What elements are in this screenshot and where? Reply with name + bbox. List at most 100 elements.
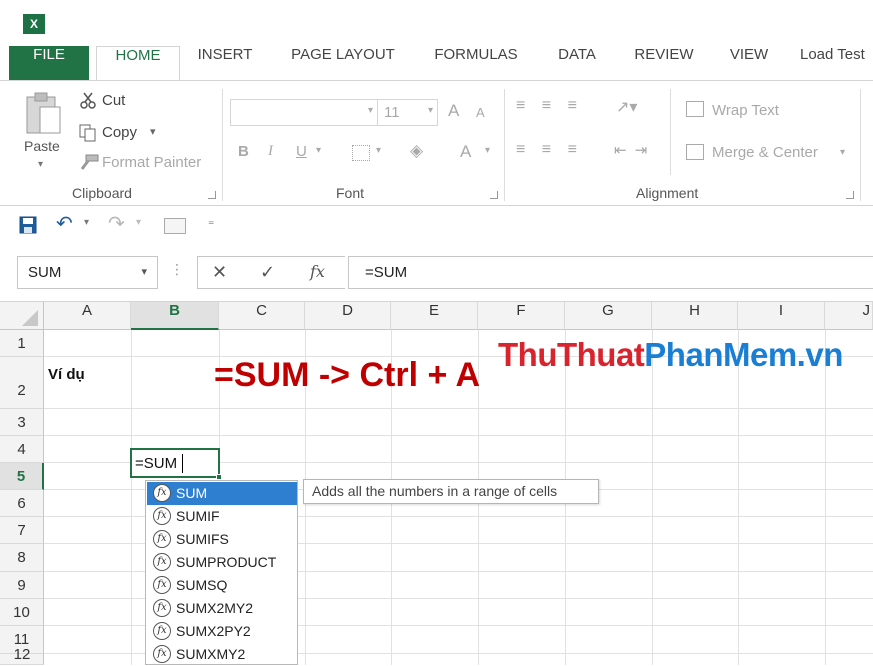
row-header-5[interactable]: 5 [0, 463, 44, 490]
tab-file[interactable]: FILE [9, 46, 89, 80]
excel-app-icon[interactable]: X [23, 14, 45, 34]
copy-icon [79, 124, 96, 142]
tab-formulas[interactable]: FORMULAS [426, 46, 526, 80]
borders-icon[interactable] [352, 145, 370, 161]
copy-button[interactable]: Copy [102, 124, 137, 141]
group-separator [222, 89, 223, 201]
row-header-12-label: 12 [13, 646, 31, 663]
name-box[interactable]: SUM ▾ [17, 256, 158, 289]
alignment-launcher-icon[interactable] [846, 191, 854, 199]
fill-color-icon[interactable]: ◈ [410, 141, 423, 161]
tab-insert[interactable]: INSERT [190, 46, 260, 80]
chevron-down-icon: ▾ [427, 105, 433, 116]
autocomplete-item-sumif[interactable]: fx SUMIF [147, 505, 297, 528]
shrink-font-button[interactable]: A [476, 105, 485, 120]
row-header-2[interactable]: 2 [0, 357, 44, 409]
autocomplete-item-label: SUMIFS [176, 531, 229, 547]
function-autocomplete-list: fx SUM fx SUMIF fx SUMIFS fx SUMPRODUCT fx SU… [145, 480, 298, 665]
merge-center-button[interactable]: Merge & Center [712, 144, 818, 161]
horizontal-align-icons[interactable]: ≡ ≡ ≡ [516, 141, 583, 159]
undo-dropdown-icon[interactable]: ▾ [84, 217, 89, 228]
enter-button[interactable]: ✓ [260, 262, 275, 283]
tab-page-layout[interactable]: PAGE LAYOUT [284, 46, 402, 80]
column-header-a[interactable]: A [44, 302, 131, 330]
bold-button[interactable]: B [238, 143, 249, 160]
row-header-9[interactable]: 9 [0, 572, 44, 599]
chevron-down-icon[interactable]: ▾ [141, 265, 147, 278]
select-all-corner[interactable] [0, 302, 44, 330]
save-icon[interactable] [19, 216, 37, 234]
tab-data[interactable]: DATA [550, 46, 604, 80]
form-icon[interactable] [164, 218, 186, 234]
wrap-text-button[interactable]: Wrap Text [712, 102, 779, 119]
paste-icon[interactable] [24, 91, 64, 137]
grow-font-button[interactable]: A [448, 101, 459, 121]
row-header-10[interactable]: 10 [0, 599, 44, 626]
row-header-1[interactable]: 1 [0, 330, 44, 357]
cut-button[interactable]: Cut [102, 92, 125, 109]
chevron-down-icon: ▾ [367, 105, 373, 116]
tab-review[interactable]: REVIEW [628, 46, 700, 80]
row-header-4[interactable]: 4 [0, 436, 44, 463]
column-header-g[interactable]: G [565, 302, 652, 330]
tab-load-test[interactable]: Load Test [800, 46, 873, 80]
font-color-button[interactable]: A [460, 142, 471, 162]
row-header-6[interactable]: 6 [0, 490, 44, 517]
row-header-8[interactable]: 8 [0, 544, 44, 572]
tab-view[interactable]: VIEW [722, 46, 776, 80]
format-painter-button[interactable]: Format Painter [102, 154, 201, 171]
tab-home[interactable]: HOME [96, 46, 180, 81]
column-header-c[interactable]: C [219, 302, 305, 330]
watermark-part-1: ThuThuat [498, 336, 645, 373]
formula-bar: SUM ▾ ⋮ ✕ ✓ fx =SUM [0, 244, 873, 302]
formula-input[interactable]: =SUM [348, 256, 873, 289]
chevron-down-icon[interactable]: ▾ [316, 145, 321, 156]
column-header-i[interactable]: I [738, 302, 825, 330]
autocomplete-item-sumxmy2[interactable]: fx SUMXMY2 [147, 643, 297, 666]
copy-dropdown-icon[interactable]: ▾ [150, 125, 156, 138]
paste-label[interactable]: Paste [24, 138, 60, 154]
vertical-dots-icon[interactable]: ⋮ [170, 262, 184, 278]
chevron-down-icon[interactable]: ▾ [840, 147, 845, 158]
column-header-d[interactable]: D [305, 302, 391, 330]
font-launcher-icon[interactable] [490, 191, 498, 199]
italic-button[interactable]: I [268, 143, 273, 160]
font-size-box[interactable]: 11 ▾ [378, 99, 438, 126]
function-icon: fx [153, 576, 171, 594]
underline-button[interactable]: U [296, 143, 307, 160]
undo-icon[interactable]: ↶ [56, 211, 73, 235]
chevron-down-icon[interactable]: ▾ [376, 145, 381, 156]
font-name-box[interactable]: ▾ [230, 99, 378, 126]
watermark-logo: ThuThuatPhanMem.vn [498, 336, 843, 374]
redo-dropdown-icon[interactable]: ▾ [136, 217, 141, 228]
customize-qat-icon[interactable]: ₌ [208, 214, 214, 228]
vertical-align-icons[interactable]: ≡ ≡ ≡ [516, 97, 583, 115]
row-header-7[interactable]: 7 [0, 517, 44, 544]
active-cell-b5[interactable]: =SUM [130, 448, 222, 480]
orientation-icon[interactable]: ↗▾ [616, 97, 637, 117]
indent-icons[interactable]: ⇤ ⇥ [614, 141, 649, 159]
function-icon: fx [153, 622, 171, 640]
redo-icon[interactable]: ↷ [108, 211, 125, 235]
autocomplete-item-sum[interactable]: fx SUM [147, 482, 297, 505]
cell-a2[interactable]: Ví dụ [48, 366, 85, 383]
column-header-f[interactable]: F [478, 302, 565, 330]
column-header-b[interactable]: B [131, 302, 219, 330]
autocomplete-item-sumifs[interactable]: fx SUMIFS [147, 528, 297, 551]
column-header-j[interactable]: J [825, 302, 873, 330]
column-header-e[interactable]: E [391, 302, 478, 330]
cancel-button[interactable]: ✕ [212, 262, 227, 283]
row-header-3[interactable]: 3 [0, 409, 44, 436]
autocomplete-item-sumsq[interactable]: fx SUMSQ [147, 574, 297, 597]
paste-dropdown-icon[interactable]: ▾ [38, 159, 43, 170]
autocomplete-item-label: SUM [176, 485, 208, 501]
autocomplete-item-sumx2py2[interactable]: fx SUMX2PY2 [147, 620, 297, 643]
insert-function-button[interactable]: fx [310, 262, 325, 281]
banner-text: =SUM -> Ctrl + A [214, 356, 481, 394]
cell-b5-text: =SUM [135, 455, 178, 472]
column-header-h[interactable]: H [652, 302, 738, 330]
autocomplete-item-sumx2my2[interactable]: fx SUMX2MY2 [147, 597, 297, 620]
clipboard-launcher-icon[interactable] [208, 191, 216, 199]
autocomplete-item-sumproduct[interactable]: fx SUMPRODUCT [147, 551, 297, 574]
chevron-down-icon[interactable]: ▾ [485, 145, 490, 156]
